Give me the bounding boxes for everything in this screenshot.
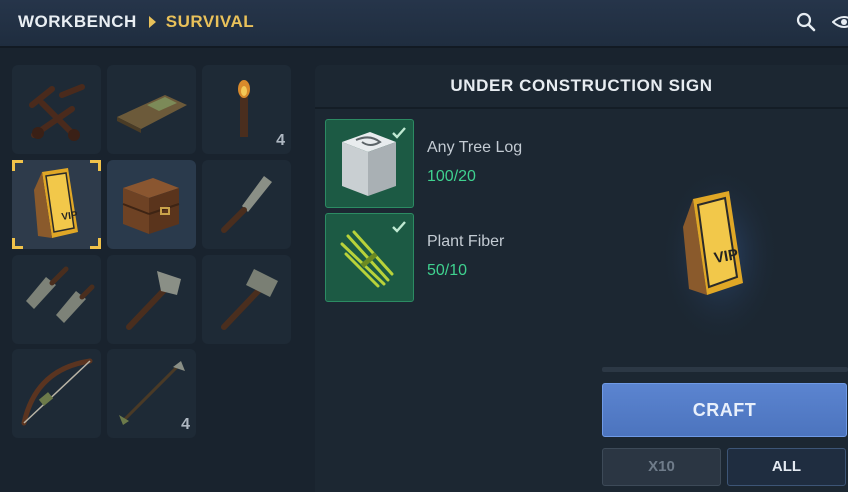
ingredient-plant-fiber[interactable]: [325, 213, 414, 302]
bedroll-icon: [117, 95, 187, 133]
item-slot-bow[interactable]: [12, 349, 101, 438]
item-slot-torch[interactable]: 4: [202, 65, 291, 154]
stone-hammer-icon: [221, 269, 278, 330]
selection-corner: [90, 160, 101, 171]
breadcrumb: WORKBENCH SURVIVAL: [18, 12, 254, 32]
item-slot-arrow[interactable]: 4: [107, 349, 196, 438]
selection-corner: [12, 160, 23, 171]
item-slot-stone-hammer[interactable]: [202, 255, 291, 344]
ingredient-quantity: 100/20: [427, 168, 476, 185]
vip-sign-icon: VIP: [660, 165, 780, 345]
ingredient-name: Plant Fiber: [427, 233, 505, 250]
item-preview: VIP: [645, 155, 795, 345]
item-slot-catapult[interactable]: [12, 65, 101, 154]
item-slot-stone-daggers[interactable]: [12, 255, 101, 344]
ingredient-tree-log[interactable]: [325, 119, 414, 208]
breadcrumb-survival: SURVIVAL: [165, 12, 255, 31]
craft-all-button[interactable]: ALL: [727, 448, 846, 486]
svg-text:VIP: VIP: [61, 210, 79, 223]
craft-button[interactable]: CRAFT: [602, 383, 847, 437]
item-slot-vip-sign[interactable]: VIP: [12, 160, 101, 249]
wooden-chest-icon: [122, 178, 180, 234]
progress-bar: [602, 367, 848, 372]
recipe-panel: UNDER CONSTRUCTION SIGN Any Tree Log 100…: [315, 65, 848, 492]
top-bar: WORKBENCH SURVIVAL: [0, 0, 848, 48]
item-slot-wooden-chest[interactable]: [107, 160, 196, 249]
stone-knife-icon: [221, 176, 272, 233]
selection-corner: [90, 238, 101, 249]
selection-corner: [12, 238, 23, 249]
bow-icon: [21, 358, 93, 426]
breadcrumb-workbench[interactable]: WORKBENCH: [18, 12, 137, 32]
item-count: 4: [181, 416, 190, 433]
search-icon[interactable]: [796, 12, 816, 32]
vip-sign-icon: VIP: [34, 168, 79, 238]
stone-daggers-icon: [26, 266, 95, 323]
item-slot-stone-axe[interactable]: [107, 255, 196, 344]
item-slot-stone-knife[interactable]: [202, 160, 291, 249]
ingredient-quantity: 50/10: [427, 262, 468, 279]
stone-axe-icon: [126, 271, 181, 330]
check-icon: [392, 221, 406, 233]
chevron-right-icon: [148, 16, 156, 28]
catapult-icon: [29, 84, 85, 141]
craft-x10-button[interactable]: X10: [602, 448, 721, 486]
check-icon: [392, 127, 406, 139]
ingredient-name: Any Tree Log: [427, 139, 523, 156]
recipe-title: UNDER CONSTRUCTION SIGN: [315, 65, 848, 109]
item-slot-bedroll[interactable]: [107, 65, 196, 154]
item-count: 4: [276, 132, 285, 149]
eye-icon[interactable]: [832, 12, 848, 32]
